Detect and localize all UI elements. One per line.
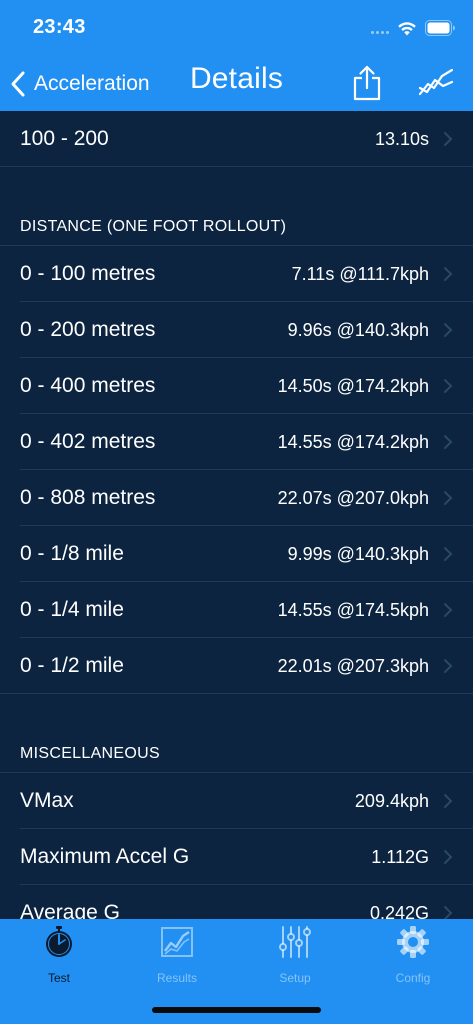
list-row[interactable]: 0 - 200 metres 9.96s @140.3kph xyxy=(0,302,473,358)
chevron-right-icon xyxy=(444,850,453,864)
home-indicator[interactable] xyxy=(152,1007,321,1013)
row-label: 0 - 100 metres xyxy=(20,262,156,285)
chevron-right-icon xyxy=(444,659,453,673)
row-label: Maximum Accel G xyxy=(20,845,190,868)
tab-label: Setup xyxy=(279,971,311,985)
chevron-right-icon xyxy=(444,379,453,393)
details-list: 100 - 200 13.10s DISTANCE (ONE FOOT ROLL… xyxy=(0,111,473,919)
back-button-label: Acceleration xyxy=(34,72,150,95)
stopwatch-icon xyxy=(46,926,72,957)
list-row[interactable]: 0 - 400 metres 14.50s @174.2kph xyxy=(0,358,473,414)
navigation-header: 23:43 Acceleration Details xyxy=(0,0,473,111)
list-row[interactable]: 0 - 1/4 mile 14.55s @174.5kph xyxy=(0,582,473,638)
row-label: 100 - 200 xyxy=(20,127,109,150)
row-label: Average G xyxy=(20,901,121,919)
chevron-right-icon xyxy=(444,906,453,919)
row-label: 0 - 200 metres xyxy=(20,318,156,341)
row-value: 14.55s @174.5kph xyxy=(277,599,429,620)
row-value: 13.10s xyxy=(374,128,429,149)
row-label: 0 - 1/8 mile xyxy=(20,542,124,565)
chevron-right-icon xyxy=(444,132,453,146)
tab-results[interactable]: Results xyxy=(118,925,236,987)
sliders-icon xyxy=(279,926,311,958)
row-value: 1.112G xyxy=(371,846,429,867)
list-row[interactable]: 0 - 100 metres 7.11s @111.7kph xyxy=(0,246,473,302)
chevron-right-icon xyxy=(444,603,453,617)
section-header-distance: DISTANCE (ONE FOOT ROLLOUT) xyxy=(20,218,287,235)
row-label: 0 - 808 metres xyxy=(20,486,156,509)
graph-compare-icon[interactable] xyxy=(418,66,454,100)
row-label: 0 - 402 metres xyxy=(20,430,156,453)
status-time: 23:43 xyxy=(33,16,86,38)
tab-setup[interactable]: Setup xyxy=(236,925,354,987)
row-value: 9.99s @140.3kph xyxy=(287,543,429,564)
row-value: 22.07s @207.0kph xyxy=(277,487,429,508)
row-value: 0.242G xyxy=(369,902,429,920)
chevron-right-icon xyxy=(444,547,453,561)
list-row[interactable]: 0 - 402 metres 14.55s @174.2kph xyxy=(0,414,473,470)
chevron-right-icon xyxy=(444,323,453,337)
gear-icon xyxy=(397,926,429,958)
row-label: 0 - 400 metres xyxy=(20,374,156,397)
chevron-right-icon xyxy=(444,491,453,505)
chevron-right-icon xyxy=(444,267,453,281)
tab-config[interactable]: Config xyxy=(354,925,472,987)
row-value: 9.96s @140.3kph xyxy=(287,319,429,340)
status-bar: 23:43 xyxy=(0,0,473,56)
wifi-icon xyxy=(398,22,416,36)
row-label: 0 - 1/2 mile xyxy=(20,654,124,677)
section-header-miscellaneous: MISCELLANEOUS xyxy=(20,745,160,762)
share-icon[interactable] xyxy=(352,64,382,102)
page-title: Details xyxy=(189,62,284,95)
chevron-left-icon xyxy=(11,71,25,97)
list-row[interactable]: 0 - 1/8 mile 9.99s @140.3kph xyxy=(0,526,473,582)
row-label: 0 - 1/4 mile xyxy=(20,598,124,621)
chart-icon xyxy=(161,927,193,957)
list-row[interactable]: VMax 209.4kph xyxy=(0,773,473,829)
back-button[interactable]: Acceleration xyxy=(10,66,150,102)
tab-label: Config xyxy=(395,971,431,985)
row-value: 22.01s @207.3kph xyxy=(277,655,429,676)
section-header-distance-wrapper: DISTANCE (ONE FOOT ROLLOUT) xyxy=(0,218,473,246)
tab-label: Test xyxy=(47,971,70,985)
chevron-right-icon xyxy=(444,435,453,449)
list-row[interactable]: 0 - 808 metres 22.07s @207.0kph xyxy=(0,470,473,526)
chevron-right-icon xyxy=(444,794,453,808)
row-value: 209.4kph xyxy=(354,790,429,811)
list-row[interactable]: 100 - 200 13.10s xyxy=(0,111,473,167)
section-header-misc-wrapper: MISCELLANEOUS xyxy=(0,745,473,773)
tab-label: Results xyxy=(156,971,197,985)
tab-test[interactable]: Test xyxy=(0,925,118,987)
row-value: 14.50s @174.2kph xyxy=(277,375,429,396)
cellular-signal-icon xyxy=(371,31,389,34)
row-label: VMax xyxy=(20,789,74,812)
battery-icon xyxy=(425,20,455,36)
list-row[interactable]: 0 - 1/2 mile 22.01s @207.3kph xyxy=(0,638,473,694)
row-value: 7.11s @111.7kph xyxy=(291,263,429,284)
list-row[interactable]: Maximum Accel G 1.112G xyxy=(0,829,473,885)
list-row[interactable]: Average G 0.242G xyxy=(0,885,473,919)
row-value: 14.55s @174.2kph xyxy=(277,431,429,452)
